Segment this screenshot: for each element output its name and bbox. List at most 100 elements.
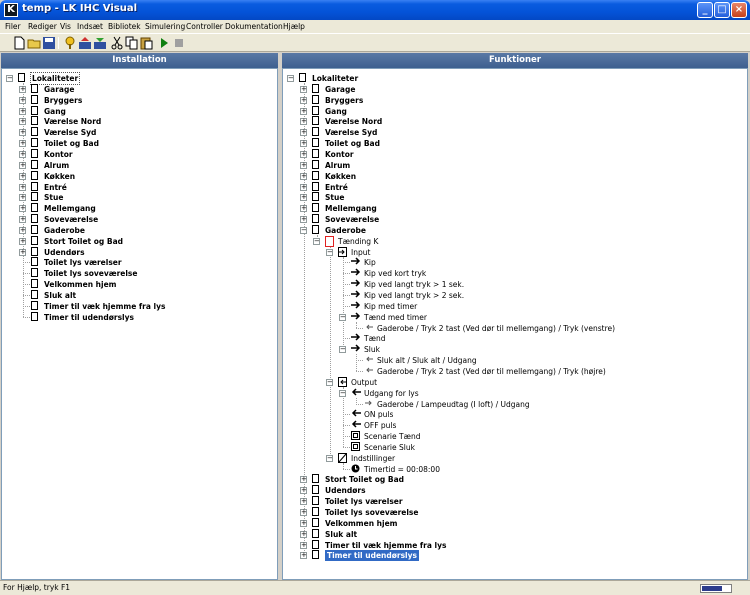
expand-icon[interactable]: + [300, 205, 307, 213]
expand-icon[interactable]: + [300, 216, 307, 224]
collapse-icon[interactable]: − [313, 237, 320, 245]
funktioner-node-label[interactable]: Sluk [364, 344, 380, 355]
expand-icon[interactable]: + [300, 194, 307, 202]
menu-indsaet[interactable]: Indsæt [77, 21, 103, 33]
funktioner-node-label[interactable]: Kip ved langt tryk > 2 sek. [364, 290, 464, 301]
menu-hjaelp[interactable]: Hjælp [283, 21, 305, 33]
funktioner-node-label[interactable]: Mellemgang [325, 203, 377, 214]
cut-icon[interactable] [110, 36, 124, 50]
funktioner-node-label[interactable]: Velkommen hjem [325, 518, 397, 529]
funktioner-node-label[interactable]: Garage [325, 84, 355, 95]
expand-icon[interactable]: + [300, 530, 307, 538]
funktioner-node-label[interactable]: Værelse Syd [325, 127, 377, 138]
installation-node-label[interactable]: Stue [44, 192, 63, 203]
funktioner-node-label[interactable]: Lokaliteter [312, 73, 358, 84]
installation-node-label[interactable]: Sluk alt [44, 290, 76, 301]
installation-node-label[interactable]: Bryggers [44, 95, 82, 106]
funktioner-node-label[interactable]: Output [351, 377, 377, 388]
expand-icon[interactable]: + [300, 161, 307, 169]
installation-node-label[interactable]: Gaderobe [44, 225, 85, 236]
menu-controller[interactable]: Controller [186, 21, 223, 33]
menu-bibliotek[interactable]: Bibliotek [108, 21, 141, 33]
funktioner-node-label[interactable]: Stue [325, 192, 344, 203]
expand-icon[interactable]: + [19, 226, 26, 234]
paste-icon[interactable] [140, 36, 154, 50]
funktioner-node-label[interactable]: OFF puls [364, 420, 396, 431]
open-icon[interactable] [27, 36, 41, 50]
expand-icon[interactable]: + [300, 172, 307, 180]
help-icon[interactable] [63, 36, 77, 50]
copy-icon[interactable] [125, 36, 139, 50]
collapse-icon[interactable]: − [339, 313, 346, 321]
installation-node-label[interactable]: Lokaliteter [29, 72, 81, 85]
expand-icon[interactable]: + [300, 509, 307, 516]
upload-icon[interactable] [78, 36, 92, 50]
expand-icon[interactable]: + [19, 237, 26, 245]
funktioner-node-label[interactable]: Kip med timer [364, 301, 417, 312]
expand-icon[interactable]: + [19, 140, 26, 148]
close-button[interactable]: × [731, 2, 747, 18]
menu-vis[interactable]: Vis [60, 21, 71, 33]
expand-icon[interactable]: + [19, 205, 26, 213]
installation-node-label[interactable]: Værelse Nord [44, 116, 101, 127]
funktioner-node-label[interactable]: Tænding K [338, 236, 378, 247]
funktioner-node-label[interactable]: Udgang for lys [364, 388, 419, 399]
funktioner-node-label[interactable]: Input [351, 247, 370, 258]
funktioner-node-label[interactable]: Gaderobe / Lampeudtag (I loft) / Udgang [377, 399, 530, 410]
funktioner-node-label[interactable]: Toilet og Bad [325, 138, 380, 149]
funktioner-node-label[interactable]: Indstillinger [351, 453, 395, 464]
installation-node-label[interactable]: Gang [44, 106, 66, 117]
installation-node-label[interactable]: Entré [44, 182, 67, 193]
expand-icon[interactable]: + [300, 129, 307, 137]
funktioner-node-label[interactable]: Alrum [325, 160, 350, 171]
expand-icon[interactable]: + [300, 85, 307, 93]
expand-icon[interactable]: + [19, 248, 26, 256]
expand-icon[interactable]: + [19, 85, 26, 93]
expand-icon[interactable]: + [300, 96, 307, 104]
expand-icon[interactable]: + [300, 487, 307, 495]
menu-simulering[interactable]: Simulering [145, 21, 185, 33]
funktioner-node-label[interactable]: Toilet lys soveværelse [325, 507, 418, 518]
installation-tree[interactable]: − Lokaliteter + Garage + Bryggers + Gang + Værels… [1, 68, 278, 580]
collapse-icon[interactable]: − [339, 346, 346, 354]
funktioner-node-label[interactable]: Sluk alt [325, 529, 357, 540]
expand-icon[interactable]: + [19, 194, 26, 202]
installation-node-label[interactable]: Alrum [44, 160, 69, 171]
minimize-button[interactable]: _ [697, 2, 713, 18]
funktioner-node-label[interactable]: Bryggers [325, 95, 363, 106]
funktioner-node-label[interactable]: Entré [325, 182, 348, 193]
installation-node-label[interactable]: Mellemgang [44, 203, 96, 214]
funktioner-node-label[interactable]: Sluk alt / Sluk alt / Udgang [377, 355, 477, 366]
installation-node-label[interactable]: Soveværelse [44, 214, 98, 225]
collapse-icon[interactable]: − [326, 454, 333, 462]
expand-icon[interactable]: + [300, 552, 307, 560]
funktioner-node-label[interactable]: Tænd [364, 333, 385, 344]
funktioner-node-label[interactable]: Timer til udendørslys [325, 550, 419, 562]
stop-icon[interactable] [172, 36, 186, 50]
funktioner-node-label[interactable]: Gaderobe / Tryk 2 tast (Ved dør til mell… [377, 323, 615, 334]
collapse-icon[interactable]: − [6, 75, 13, 82]
funktioner-node-label[interactable]: Toilet lys værelser [325, 496, 403, 507]
menu-dokumentation[interactable]: Dokumentation [225, 21, 283, 33]
installation-node-label[interactable]: Toilet lys værelser [44, 257, 122, 268]
funktioner-node-label[interactable]: ON puls [364, 409, 393, 420]
new-icon[interactable] [12, 36, 26, 50]
app-icon[interactable]: K [4, 3, 18, 17]
expand-icon[interactable]: + [19, 150, 26, 158]
collapse-icon[interactable]: − [300, 226, 307, 234]
expand-icon[interactable]: + [19, 107, 26, 115]
funktioner-node-label[interactable]: Soveværelse [325, 214, 379, 225]
expand-icon[interactable]: + [19, 96, 26, 104]
installation-node-label[interactable]: Toilet og Bad [44, 138, 99, 149]
collapse-icon[interactable]: − [326, 378, 333, 386]
collapse-icon[interactable]: − [287, 75, 294, 82]
expand-icon[interactable]: + [19, 172, 26, 180]
funktioner-node-label[interactable]: Stort Toilet og Bad [325, 474, 404, 485]
installation-node-label[interactable]: Køkken [44, 171, 75, 182]
funktioner-node-label[interactable]: Scenarie Tænd [364, 431, 420, 442]
installation-node-label[interactable]: Værelse Syd [44, 127, 96, 138]
run-icon[interactable] [157, 36, 171, 50]
funktioner-node-label[interactable]: Gaderobe [325, 225, 366, 236]
funktioner-node-label[interactable]: Kip ved langt tryk > 1 sek. [364, 279, 464, 290]
installation-node-label[interactable]: Udendørs [44, 247, 85, 258]
